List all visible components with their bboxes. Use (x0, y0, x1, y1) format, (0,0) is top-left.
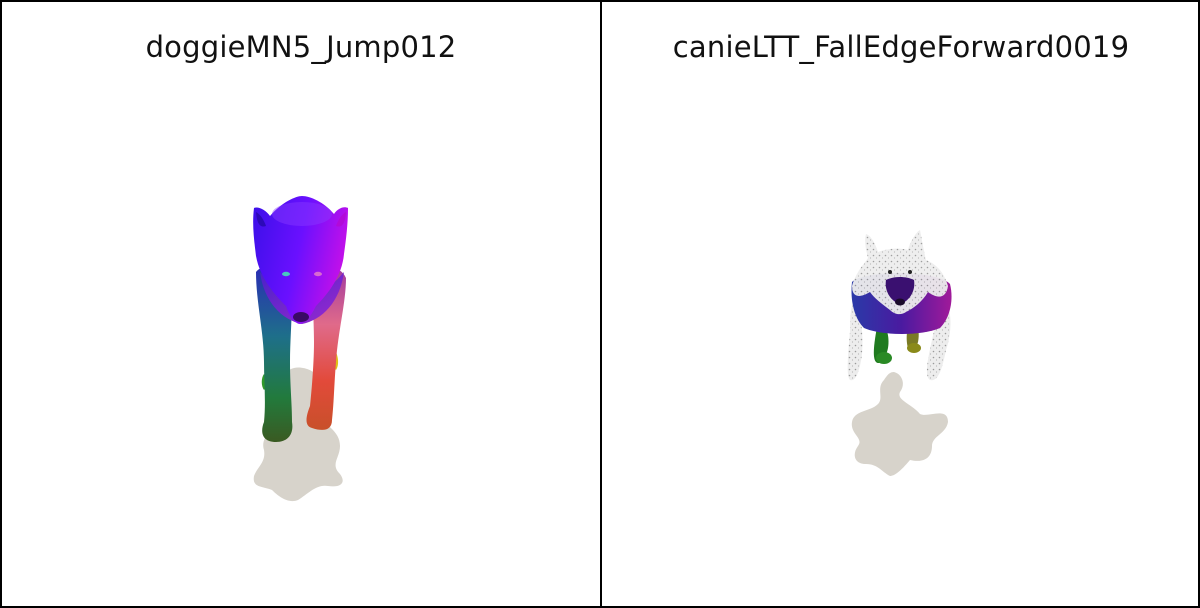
right-paw-left (876, 352, 892, 364)
right-eye-right (908, 270, 912, 274)
right-wolf-render (847, 230, 952, 476)
right-wolf-shadow (851, 372, 948, 476)
left-wolf-render (253, 196, 348, 502)
right-nose (895, 298, 905, 306)
left-nose (293, 312, 309, 322)
panel-right: canieLTT_FallEdgeForward0019 (602, 2, 1200, 606)
left-eye-left (282, 271, 290, 277)
comparison-frame: doggieMN5_Jump012 canieLTT_FallEdgeForwa… (0, 0, 1200, 608)
panel-left: doggieMN5_Jump012 (2, 2, 600, 606)
right-paw-right (907, 343, 921, 353)
right-eye-left (888, 270, 892, 274)
left-eye-right (314, 271, 322, 277)
